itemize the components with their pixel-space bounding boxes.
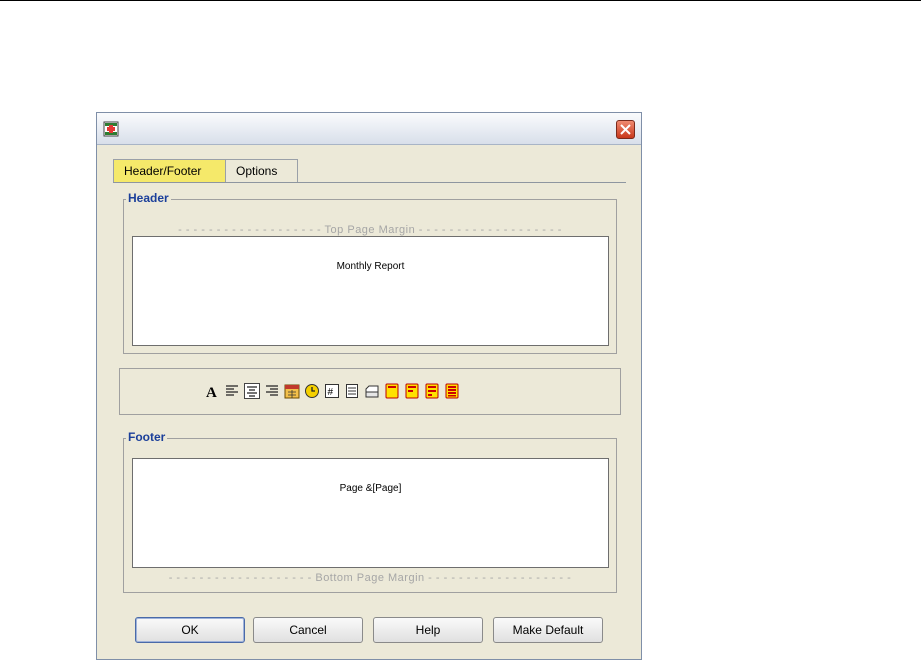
footer-group-title: Footer: [126, 430, 168, 444]
insert-field-4-icon[interactable]: [444, 382, 460, 400]
tab-header-footer[interactable]: Header/Footer: [113, 159, 226, 182]
footer-editor[interactable]: Page &[Page]: [132, 458, 609, 568]
close-button[interactable]: [616, 120, 635, 139]
align-left-icon[interactable]: [224, 382, 240, 400]
top-rule: [0, 0, 921, 1]
align-right-icon[interactable]: [264, 382, 280, 400]
format-toolbar-box: A #: [119, 368, 621, 415]
cancel-button[interactable]: Cancel: [253, 617, 363, 643]
bottom-page-margin-label: - - - - - - - - - - - - - - - - - - - Bo…: [168, 572, 572, 584]
help-button[interactable]: Help: [373, 617, 483, 643]
ok-button[interactable]: OK: [135, 617, 245, 643]
top-page-margin-label: - - - - - - - - - - - - - - - - - - - To…: [178, 224, 562, 236]
tab-options-label: Options: [236, 164, 278, 178]
tab-divider: [113, 182, 626, 183]
header-group-title: Header: [126, 191, 171, 205]
svg-text:#: #: [328, 387, 334, 398]
close-icon: [620, 124, 631, 135]
align-center-icon[interactable]: [244, 382, 260, 400]
tab-options[interactable]: Options: [226, 159, 298, 182]
header-group: Header - - - - - - - - - - - - - - - - -…: [123, 191, 617, 354]
header-content: Monthly Report: [336, 261, 405, 272]
footer-group: Footer Page &[Page] - - - - - - - - - - …: [123, 430, 617, 593]
insert-field-2-icon[interactable]: [404, 382, 420, 400]
header-editor[interactable]: Monthly Report: [132, 236, 609, 346]
insert-field-1-icon[interactable]: [384, 382, 400, 400]
app-icon: [103, 121, 119, 137]
make-default-button[interactable]: Make Default: [493, 617, 603, 643]
page-number-icon[interactable]: #: [324, 382, 340, 400]
footer-content: Page &[Page]: [339, 483, 402, 494]
date-icon[interactable]: [284, 382, 300, 400]
header-footer-dialog: Header/Footer Options Header - - - - - -…: [96, 112, 642, 660]
page-setup-icon[interactable]: [364, 382, 380, 400]
time-icon[interactable]: [304, 382, 320, 400]
title-bar[interactable]: [97, 113, 641, 145]
svg-text:A: A: [206, 385, 217, 399]
page-count-icon[interactable]: [344, 382, 360, 400]
format-toolbar: A #: [204, 382, 460, 402]
font-icon[interactable]: A: [204, 382, 220, 400]
tab-header-footer-label: Header/Footer: [124, 164, 202, 178]
insert-field-3-icon[interactable]: [424, 382, 440, 400]
